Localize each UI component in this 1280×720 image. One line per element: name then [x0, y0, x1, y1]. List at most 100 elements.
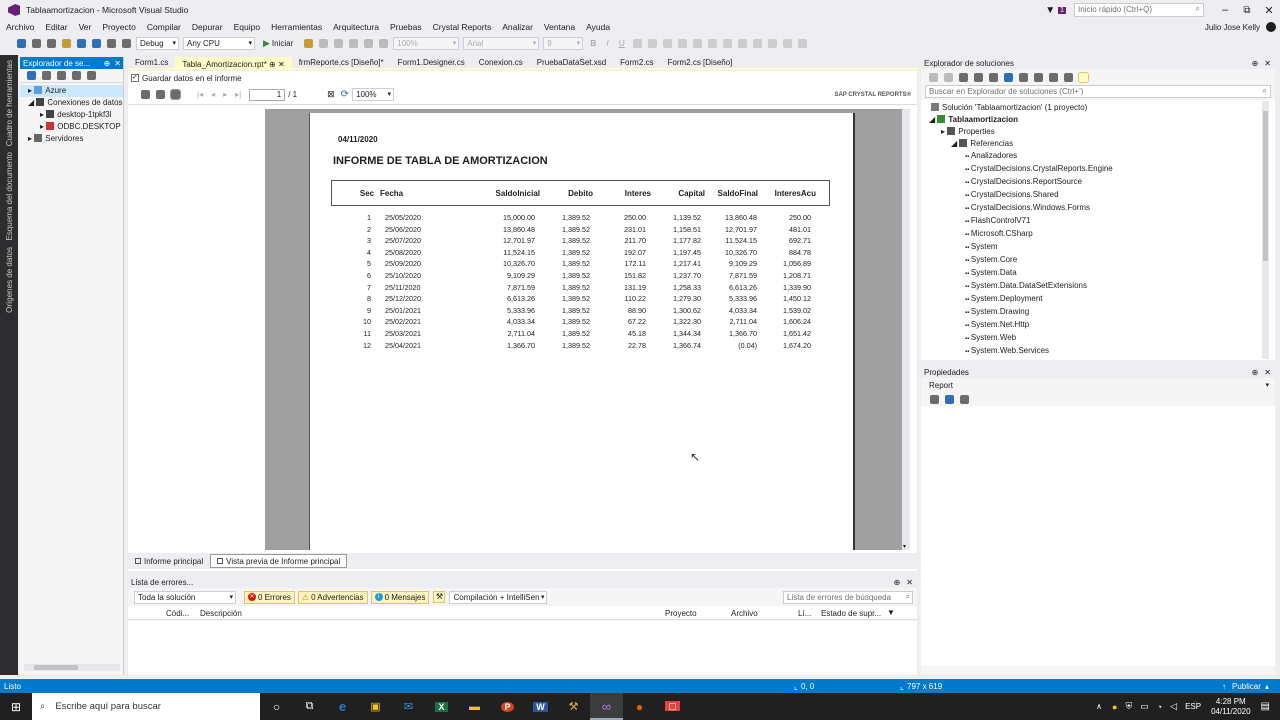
tools-icon[interactable]: ⚒: [557, 700, 590, 713]
stop-icon[interactable]: ⊠: [327, 89, 335, 100]
redo-icon[interactable]: [122, 38, 131, 48]
alphabetical-icon[interactable]: [945, 394, 954, 404]
document-tab[interactable]: Form1.cs: [128, 57, 175, 69]
page-number-input[interactable]: 1: [249, 88, 286, 101]
panel-close-icon[interactable]: ✕: [1264, 368, 1271, 377]
toolbar-icon-a[interactable]: [304, 38, 314, 48]
document-tab[interactable]: Form2.cs: [613, 57, 660, 69]
scrollbar-thumb[interactable]: [1263, 111, 1268, 261]
previous-page-icon[interactable]: ◂: [211, 90, 215, 99]
toolbar-icon-c[interactable]: [334, 38, 344, 48]
menu-herramientas[interactable]: Herramientas: [271, 22, 322, 32]
stop-icon[interactable]: [42, 71, 51, 80]
document-tab[interactable]: Form1.Designer.cs: [391, 57, 472, 69]
toolbox-tab[interactable]: Cuadro de herramientas: [5, 60, 14, 146]
back-icon[interactable]: [17, 38, 26, 48]
bold-icon[interactable]: B: [590, 38, 596, 48]
publish-icon[interactable]: ↑: [1222, 682, 1226, 691]
cortana-icon[interactable]: ○: [260, 700, 293, 714]
firefox-icon[interactable]: ●: [623, 700, 656, 714]
maximize-button[interactable]: ⧉: [1236, 5, 1258, 16]
align-left-icon[interactable]: [632, 38, 642, 48]
save-all-icon[interactable]: [92, 38, 101, 48]
pin-icon[interactable]: ⊕: [1252, 368, 1259, 377]
menu-analizar[interactable]: Analizar: [502, 22, 533, 32]
data-sources-tab[interactable]: Orígenes de datos: [5, 247, 14, 313]
preview-selected-icon[interactable]: [1078, 71, 1089, 83]
tree-item-servers[interactable]: ▸ Servidores: [20, 133, 123, 145]
messages-filter-button[interactable]: i0 Mensajes: [370, 590, 430, 604]
powerpoint-icon[interactable]: P: [491, 701, 524, 712]
currency-icon[interactable]: [707, 38, 717, 48]
last-page-icon[interactable]: ▸|: [235, 90, 241, 99]
column-description[interactable]: Descripción: [200, 609, 242, 618]
build-filter-icon[interactable]: ⚒: [433, 591, 446, 603]
norton-icon[interactable]: ●: [1112, 702, 1117, 712]
tree-item-properties[interactable]: ▸ Properties: [921, 126, 1275, 138]
show-all-files-icon[interactable]: [1034, 72, 1043, 82]
tree-item-reference[interactable]: ▪▪ System.Core: [921, 254, 1275, 267]
document-tab[interactable]: Tabla_Amortizacion.rpt* ⊕ ✕: [175, 56, 292, 69]
font-select[interactable]: Arial: [463, 36, 540, 50]
azure-icon[interactable]: [87, 71, 96, 80]
file-explorer-icon[interactable]: ▬: [458, 701, 491, 713]
document-outline-tab[interactable]: Esquema del documento: [5, 152, 14, 241]
align-right-icon[interactable]: [662, 38, 672, 48]
menu-archivo[interactable]: Archivo: [6, 22, 34, 32]
tree-item-azure[interactable]: ▸ Azure: [20, 85, 123, 97]
print-icon[interactable]: [156, 90, 165, 99]
tree-item-reference[interactable]: ▪▪ System.Net.Http: [921, 319, 1275, 332]
document-tab[interactable]: frmReporte.cs [Diseño]*: [292, 57, 391, 69]
justify-icon[interactable]: [677, 38, 687, 48]
publish-button[interactable]: Publicar: [1232, 682, 1261, 691]
format-icon-e[interactable]: [782, 38, 792, 48]
properties-icon[interactable]: [1064, 72, 1073, 82]
viewer-zoom-select[interactable]: 100%: [352, 88, 395, 101]
tree-item-reference[interactable]: ▪▪ System.Data.DataSetExtensions: [921, 280, 1275, 293]
scrollbar-thumb[interactable]: [34, 665, 78, 670]
configuration-select[interactable]: Debug: [136, 36, 179, 50]
filter-icon[interactable]: ▼: [1045, 5, 1055, 16]
taskbar-search[interactable]: ⌕ Escribe aquí para buscar: [32, 693, 260, 720]
menu-proyecto[interactable]: Proyecto: [102, 22, 136, 32]
tab-close-icon[interactable]: ⊕ ✕: [267, 60, 285, 69]
connect-db-icon[interactable]: [57, 71, 66, 80]
menu-editar[interactable]: Editar: [45, 22, 67, 32]
format-icon-f[interactable]: [797, 38, 807, 48]
panel-close-icon[interactable]: ✕: [1264, 59, 1271, 68]
tab-main-report-preview[interactable]: Vista previa de Informe principal: [210, 554, 348, 568]
tree-item-odbc[interactable]: ▸ ODBC.DESKTOP: [20, 121, 123, 133]
pin-icon[interactable]: ⊕: [894, 578, 901, 587]
new-project-icon[interactable]: [47, 38, 56, 48]
tree-item-solution[interactable]: Solución 'Tablaamortizacion' (1 proyecto…: [921, 102, 1275, 114]
platform-select[interactable]: Any CPU: [183, 36, 255, 50]
tree-item-reference[interactable]: ▪▪ CrystalDecisions.CrystalReports.Engin…: [921, 163, 1275, 176]
categorized-icon[interactable]: [930, 394, 939, 404]
format-icon-d[interactable]: [767, 38, 777, 48]
build-source-select[interactable]: Compilación + IntelliSen: [449, 590, 548, 604]
tree-item-project[interactable]: ◢ Tablaamortizacion: [921, 114, 1275, 126]
tree-item-reference[interactable]: ▪▪ CrystalDecisions.Shared: [921, 189, 1275, 202]
next-page-icon[interactable]: ▸: [223, 90, 227, 99]
red-app-icon[interactable]: ▢: [656, 701, 689, 712]
user-avatar[interactable]: [1266, 22, 1276, 32]
format-icon-b[interactable]: [737, 38, 747, 48]
task-view-icon[interactable]: ⧉: [293, 700, 326, 713]
language-indicator[interactable]: ESP: [1185, 702, 1201, 711]
menu-depurar[interactable]: Depurar: [192, 22, 223, 32]
tab-main-report[interactable]: Informe principal: [128, 554, 210, 568]
group-tree-icon[interactable]: [170, 89, 181, 100]
menu-ayuda[interactable]: Ayuda: [586, 22, 610, 32]
first-page-icon[interactable]: |◂: [197, 90, 203, 99]
start-button[interactable]: Iniciar: [272, 39, 293, 48]
store-icon[interactable]: ▣: [359, 700, 392, 713]
menu-ventana[interactable]: Ventana: [544, 22, 575, 32]
action-center-icon[interactable]: ▤: [1261, 701, 1270, 712]
tree-item-reference[interactable]: ▪▪ System.Deployment: [921, 293, 1275, 306]
clock[interactable]: 4:28 PM 04/11/2020: [1211, 697, 1250, 717]
save-data-checkbox[interactable]: ✓: [131, 74, 139, 82]
menu-pruebas[interactable]: Pruebas: [390, 22, 422, 32]
column-line[interactable]: Lí...: [798, 609, 811, 618]
connect-server-icon[interactable]: [72, 71, 81, 80]
format-icon-a[interactable]: [722, 38, 732, 48]
